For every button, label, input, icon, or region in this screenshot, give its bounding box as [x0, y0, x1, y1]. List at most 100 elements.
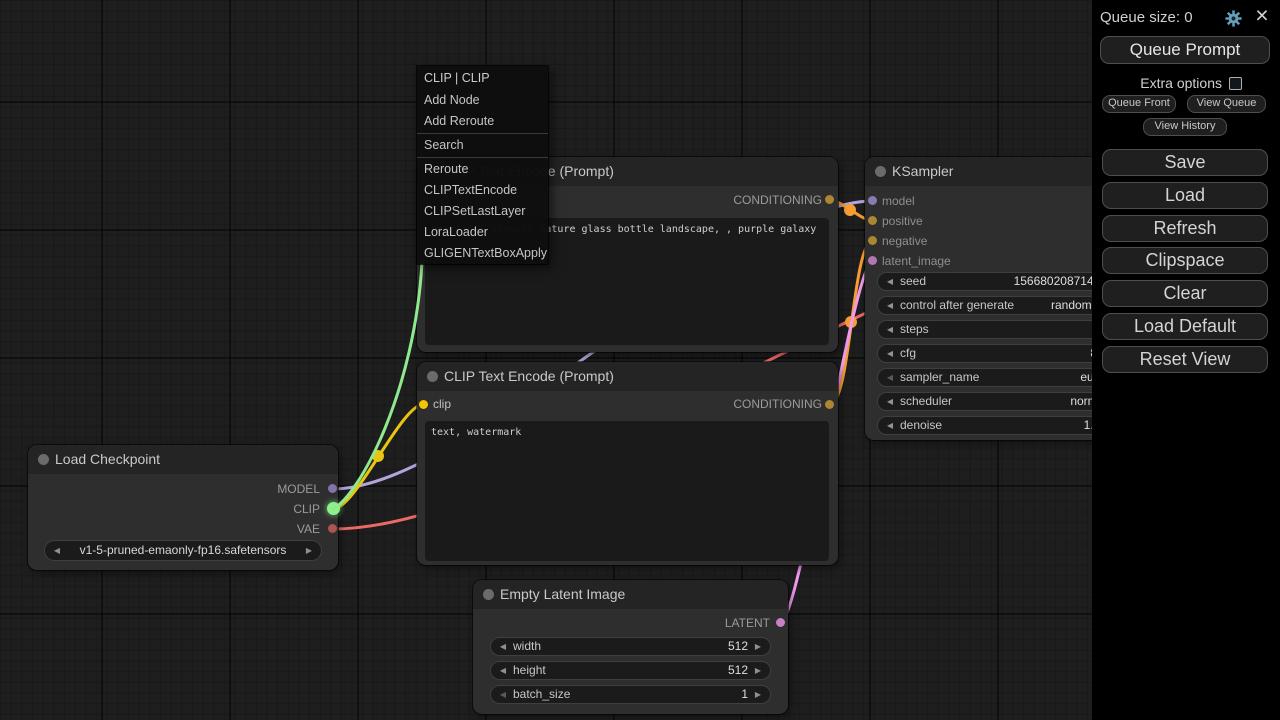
prompt-textarea[interactable]: text, watermark [425, 421, 829, 561]
positive-input-slot[interactable] [868, 216, 877, 225]
prev-arrow-icon[interactable]: ◀ [49, 541, 65, 560]
decrement-icon[interactable]: ◀ [882, 369, 898, 386]
node-title[interactable]: Load Checkpoint [28, 445, 338, 474]
decrement-icon[interactable]: ◀ [882, 273, 898, 290]
menu-item-cliptextencode[interactable]: CLIPTextEncode [417, 180, 548, 201]
output-label: LATENT [725, 614, 770, 632]
batch-size-widget[interactable]: ◀ batch_size 1 ▶ [490, 685, 771, 704]
decrement-icon[interactable]: ◀ [882, 393, 898, 410]
extra-options-checkbox[interactable] [1229, 77, 1242, 90]
widget-name: batch_size [513, 686, 570, 703]
output-label: MODEL [277, 480, 320, 498]
increment-icon[interactable]: ▶ [750, 638, 766, 655]
decrement-icon[interactable]: ◀ [495, 686, 511, 703]
decrement-icon[interactable]: ◀ [495, 638, 511, 655]
widget-value: 1 [741, 686, 748, 703]
menu-item-add-node[interactable]: Add Node [417, 90, 548, 111]
widget-name: steps [900, 321, 929, 338]
width-widget[interactable]: ◀ width 512 ▶ [490, 637, 771, 656]
node-title-label: Load Checkpoint [55, 451, 160, 467]
menu-item-reroute[interactable]: Reroute [417, 159, 548, 180]
comfy-menu-panel: Queue size: 0 × Queue Prompt Extra optio… [1092, 0, 1280, 720]
menu-item-add-reroute[interactable]: Add Reroute [417, 111, 548, 132]
clip-output-slot-highlighted[interactable] [327, 502, 340, 515]
output-label: CONDITIONING [733, 395, 822, 413]
output-label: VAE [297, 520, 320, 538]
decrement-icon[interactable]: ◀ [882, 297, 898, 314]
menu-item-loraloader[interactable]: LoraLoader [417, 222, 548, 243]
conditioning-output-slot[interactable] [825, 400, 834, 409]
latent-image-input-slot[interactable] [868, 256, 877, 265]
context-menu-title: CLIP | CLIP [417, 66, 548, 90]
output-label: CLIP [293, 500, 320, 518]
increment-icon[interactable]: ▶ [750, 662, 766, 679]
view-history-button[interactable]: View History [1143, 118, 1227, 136]
input-label: negative [882, 232, 927, 250]
clip-input-slot[interactable] [419, 400, 428, 409]
node-empty-latent-image[interactable]: Empty Latent Image LATENT ◀ width 512 ▶ … [473, 580, 788, 714]
widget-name: seed [900, 273, 926, 290]
latent-output-slot[interactable] [776, 618, 785, 627]
input-label: clip [433, 395, 451, 413]
load-button[interactable]: Load [1102, 182, 1268, 209]
widget-name: sampler_name [900, 369, 979, 386]
node-title-label: CLIP Text Encode (Prompt) [444, 368, 614, 384]
node-title[interactable]: CLIP Text Encode (Prompt) [417, 362, 838, 391]
model-input-slot[interactable] [868, 196, 877, 205]
ckpt-name-combo[interactable]: ◀ v1-5-pruned-emaonly-fp16.safetensors ▶ [44, 540, 322, 561]
input-label: positive [882, 212, 923, 230]
node-title[interactable]: Empty Latent Image [473, 580, 788, 609]
decrement-icon[interactable]: ◀ [882, 417, 898, 434]
node-clip-text-encode-2[interactable]: CLIP Text Encode (Prompt) clip CONDITION… [417, 362, 838, 565]
menu-item-search[interactable]: Search [417, 135, 548, 156]
clear-button[interactable]: Clear [1102, 280, 1268, 307]
menu-divider [417, 157, 548, 158]
collapse-dot-icon[interactable] [427, 371, 438, 382]
negative-input-slot[interactable] [868, 236, 877, 245]
node-load-checkpoint[interactable]: Load Checkpoint MODEL CLIP VAE ◀ v1-5-pr… [28, 445, 338, 570]
clipspace-button[interactable]: Clipspace [1102, 247, 1268, 274]
decrement-icon[interactable]: ◀ [882, 321, 898, 338]
widget-value: 512 [728, 638, 748, 655]
input-label: latent_image [882, 252, 951, 270]
ckpt-name-value: v1-5-pruned-emaonly-fp16.safetensors [65, 541, 301, 560]
context-menu: CLIP | CLIP Add Node Add Reroute Search … [417, 66, 548, 264]
collapse-dot-icon[interactable] [875, 166, 886, 177]
reset-view-button[interactable]: Reset View [1102, 346, 1268, 373]
queue-front-button[interactable]: Queue Front [1102, 95, 1176, 113]
next-arrow-icon[interactable]: ▶ [301, 541, 317, 560]
height-widget[interactable]: ◀ height 512 ▶ [490, 661, 771, 680]
view-queue-button[interactable]: View Queue [1187, 95, 1266, 113]
input-label: model [882, 192, 915, 210]
menu-divider [417, 133, 548, 134]
widget-name: scheduler [900, 393, 952, 410]
widget-name: height [513, 662, 546, 679]
widget-name: denoise [900, 417, 942, 434]
output-label: CONDITIONING [733, 191, 822, 209]
queue-prompt-button[interactable]: Queue Prompt [1100, 36, 1270, 64]
refresh-button[interactable]: Refresh [1102, 215, 1268, 242]
extra-options-label: Extra options [1122, 75, 1222, 91]
node-title-label: Empty Latent Image [500, 586, 625, 602]
conditioning-output-slot[interactable] [825, 195, 834, 204]
widget-name: cfg [900, 345, 916, 362]
collapse-dot-icon[interactable] [483, 589, 494, 600]
comfyui-app: CLIP Text Encode (Prompt) CONDITIONING b… [0, 0, 1280, 720]
save-button[interactable]: Save [1102, 149, 1268, 176]
settings-gear-icon[interactable] [1224, 9, 1243, 28]
vae-output-slot[interactable] [328, 524, 337, 533]
menu-item-gligentextboxapply[interactable]: GLIGENTextBoxApply [417, 243, 548, 264]
increment-icon[interactable]: ▶ [750, 686, 766, 703]
collapse-dot-icon[interactable] [38, 454, 49, 465]
decrement-icon[interactable]: ◀ [882, 345, 898, 362]
widget-name: width [513, 638, 541, 655]
widget-value: 512 [728, 662, 748, 679]
model-output-slot[interactable] [328, 484, 337, 493]
queue-size-label: Queue size: 0 [1100, 9, 1193, 26]
node-title-label: KSampler [892, 163, 953, 179]
close-icon[interactable]: × [1250, 2, 1274, 28]
menu-item-clipsetlastlayer[interactable]: CLIPSetLastLayer [417, 201, 548, 222]
widget-name: control after generate [900, 297, 1014, 314]
load-default-button[interactable]: Load Default [1102, 313, 1268, 340]
decrement-icon[interactable]: ◀ [495, 662, 511, 679]
